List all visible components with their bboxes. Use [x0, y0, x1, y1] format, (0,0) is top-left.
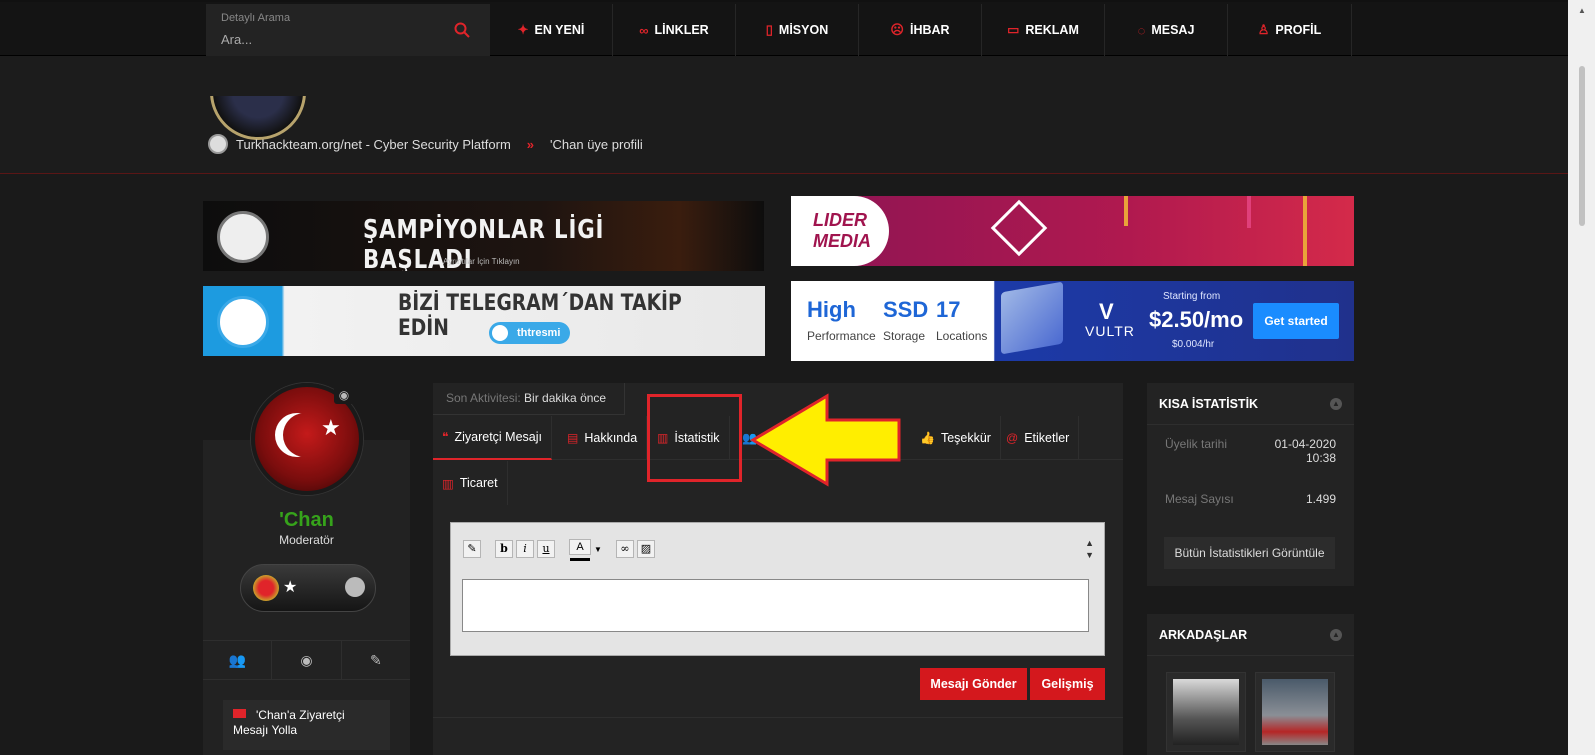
tab-visitor-messages[interactable]: ❝ Ziyaretçi Mesajı: [433, 416, 552, 460]
breadcrumb-separator: »: [526, 136, 535, 152]
telegram-banner[interactable]: BİZİ TELEGRAM´DAN TAKİP EDİN thtresmi: [203, 286, 765, 356]
chat-icon: ◌: [1137, 22, 1146, 38]
highlight-arrow-icon: [750, 393, 901, 487]
send-message-button[interactable]: Mesajı Gönder: [920, 668, 1027, 700]
search-label: Detaylı Arama: [221, 12, 291, 24]
search-input[interactable]: Ara...: [221, 32, 252, 47]
star-icon: ★: [321, 415, 341, 440]
editor-toolbar: ✎ b i u A ▼ ∞ ▨: [463, 539, 655, 561]
at-icon: @: [1006, 431, 1019, 445]
friend-avatar[interactable]: [1255, 672, 1335, 752]
clear-format-icon[interactable]: ✎: [463, 540, 481, 558]
top-navbar: Detaylı Arama Ara... ✦ EN YENİ ∞ LİNKLER ▯…: [0, 0, 1568, 56]
profile-action-row: 👥 ◉ ✎: [203, 640, 410, 680]
nav-ihbar[interactable]: ☹ İHBAR: [859, 4, 982, 56]
visitor-message-editor: ✎ b i u A ▼ ∞ ▨ ▲ ▼: [450, 522, 1105, 656]
scroll-thumb[interactable]: [1579, 66, 1585, 226]
breadcrumb-current: 'Chan üye profili: [550, 136, 643, 152]
nav-misyon[interactable]: ▯ MİSYON: [736, 4, 859, 56]
banner-subtitle: Ayrıntılar İçin Tıklayın: [443, 257, 520, 266]
nav-reklam[interactable]: ▭ REKLAM: [982, 4, 1105, 56]
italic-button[interactable]: i: [516, 540, 534, 558]
banner-title: ŞAMPİYONLAR LİGİ BAŞLADI: [363, 215, 605, 271]
site-emblem-icon: [208, 134, 228, 154]
stat-joined: Üyelik tarihi 01-04-2020 10:38: [1165, 437, 1336, 465]
rank-emblem-icon: [253, 575, 279, 601]
thumbs-up-icon: 👍: [920, 431, 935, 445]
alert-face-icon: ☹: [890, 22, 904, 37]
vultr-logo-icon: V: [1099, 299, 1114, 324]
search-icon[interactable]: [454, 22, 470, 38]
tab-about[interactable]: ▤ Hakkında: [558, 416, 648, 460]
friends-title: ARKADAŞLAR: [1159, 627, 1248, 642]
scroll-up-icon[interactable]: ▲: [1578, 6, 1586, 15]
user-icon: ♙: [1257, 22, 1270, 37]
last-activity: Son Aktivitesi: Bir dakika önce: [433, 383, 625, 415]
advanced-button[interactable]: Gelişmiş: [1030, 668, 1105, 700]
feather-icon[interactable]: ✎: [342, 641, 410, 679]
username: 'Chan: [279, 509, 334, 531]
telegram-handle: thtresmi: [489, 322, 571, 344]
site-emblem-icon: [217, 211, 269, 263]
image-icon[interactable]: ▨: [636, 540, 655, 558]
vultr-banner[interactable]: High Performance SSD Storage 17 Location…: [791, 281, 1354, 361]
pin-icon: ✦: [517, 22, 529, 37]
nav-en-yeni[interactable]: ✦ EN YENİ: [490, 4, 613, 56]
search-box[interactable]: Detaylı Arama Ara...: [206, 4, 490, 56]
comments-icon: ❝: [442, 430, 449, 444]
breadcrumb: Turkhackteam.org/net - Cyber Security Pl…: [208, 134, 643, 154]
rank-badge: ★: [240, 564, 376, 612]
send-visitor-message-link[interactable]: 'Chan'a Ziyaretçi Mesajı Yolla: [223, 700, 390, 750]
stat-posts: Mesaj Sayısı 1.499: [1165, 492, 1336, 506]
star-icon: ★: [283, 579, 298, 596]
stats-title: KISA İSTATİSTİK: [1159, 396, 1259, 411]
site-emblem-icon: [217, 296, 269, 348]
tab-tags[interactable]: @ Etiketler: [997, 416, 1080, 460]
friends-icon[interactable]: 👥: [203, 641, 273, 679]
header-area: [0, 56, 1568, 174]
camera-icon[interactable]: ◉: [272, 641, 342, 679]
friend-avatar[interactable]: [1166, 672, 1246, 752]
get-started-button[interactable]: Get started: [1253, 303, 1339, 339]
nav-mesaj[interactable]: ◌ MESAJ: [1105, 4, 1228, 56]
bar-chart-icon: ▥: [442, 476, 454, 491]
envelope-icon: [233, 709, 246, 718]
bold-button[interactable]: b: [495, 540, 513, 558]
breadcrumb-home[interactable]: Turkhackteam.org/net - Cyber Security Pl…: [236, 137, 511, 152]
bookmark-icon: ▯: [765, 22, 773, 37]
tab-trade[interactable]: ▥ Ticaret: [433, 461, 508, 505]
resize-arrows-icon[interactable]: ▲ ▼: [1085, 537, 1094, 561]
tab-thanks[interactable]: 👍 Teşekkür: [911, 416, 1001, 460]
main-nav: ✦ EN YENİ ∞ LİNKLER ▯ MİSYON ☹ İHBAR ▭ REKLAM…: [490, 4, 1352, 56]
nav-linkler[interactable]: ∞ LİNKLER: [613, 4, 736, 56]
user-role: Moderatör: [279, 533, 334, 547]
link-icon: ∞: [639, 22, 649, 38]
nav-profil[interactable]: ♙ PROFİL: [1228, 4, 1352, 56]
id-card-icon: ▤: [567, 431, 579, 445]
diamond-icon: [990, 199, 1048, 257]
champions-league-banner[interactable]: ŞAMPİYONLAR LİGİ BAŞLADI Ayrıntılar İçin…: [203, 201, 764, 271]
lider-media-logo: LIDER MEDIA: [813, 210, 871, 251]
server-cube-icon: [1001, 281, 1063, 355]
lider-media-banner[interactable]: LIDER MEDIA: [791, 196, 1354, 266]
scrollbar[interactable]: ▲: [1568, 0, 1595, 755]
message-textarea[interactable]: [462, 579, 1089, 632]
view-all-stats-button[interactable]: Bütün İstatistikleri Görüntüle: [1164, 537, 1335, 569]
camera-icon[interactable]: ◉: [334, 386, 354, 404]
collapse-icon[interactable]: ▲: [1330, 628, 1342, 641]
text-color-button[interactable]: A: [569, 539, 591, 561]
monitor-icon: ▭: [1007, 22, 1020, 37]
site-emblem-icon: [345, 577, 365, 597]
highlight-box: [647, 394, 742, 482]
collapse-icon[interactable]: ▲: [1330, 397, 1342, 410]
link-icon[interactable]: ∞: [615, 540, 634, 558]
underline-button[interactable]: u: [537, 540, 555, 558]
chevron-down-icon[interactable]: ▼: [594, 545, 602, 554]
